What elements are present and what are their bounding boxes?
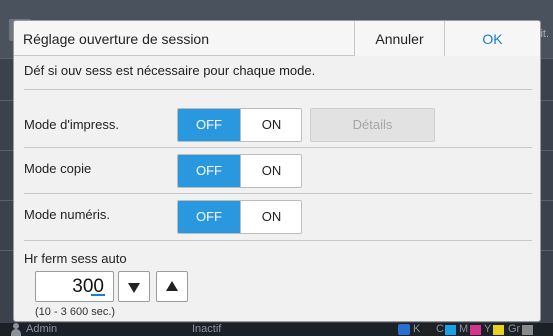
toner-c-level [445,325,456,335]
toner-gr-level [522,325,533,335]
toner-k-label: K [413,323,421,335]
copy-mode-label: Mode copie [24,161,92,176]
divider [24,193,532,194]
scan-mode-off-button[interactable]: OFF [178,201,240,233]
toner-k-level [422,325,433,335]
toner-gr-label: Gr [508,323,521,335]
network-icon [398,324,410,335]
copy-mode-off-button[interactable]: OFF [178,155,240,187]
auto-logout-input[interactable]: 300 [35,271,114,302]
print-mode-off-button[interactable]: OFF [178,109,240,141]
copy-mode-on-button[interactable]: ON [240,155,301,187]
auto-logout-value: 300 [72,276,104,297]
toner-m-label: M [459,323,469,335]
toner-y-level [493,325,504,335]
status-state: Inactif [192,323,222,335]
dialog-title: Réglage ouverture de session [23,31,210,47]
divider [24,240,532,241]
print-mode-label: Mode d'impress. [24,117,119,132]
toner-m-level [470,325,481,335]
auto-logout-label: Hr ferm sess auto [24,251,127,266]
status-bar: Admin Inactif K C M Y Gr [0,323,553,336]
print-mode-toggle: OFF ON [177,108,302,142]
login-setting-dialog: Réglage ouverture de session Annuler OK … [13,20,541,322]
dialog-header: Réglage ouverture de session Annuler OK [14,21,540,56]
scan-mode-label: Mode numéris. [24,207,110,222]
user-icon [10,323,22,336]
toner-y-label: Y [484,323,492,335]
divider [24,147,532,148]
toner-c-label: C [436,323,444,335]
auto-logout-range: (10 - 3 600 sec.) [35,306,116,318]
scan-mode-toggle: OFF ON [177,200,302,234]
decrease-button[interactable] [118,271,150,302]
ok-button[interactable]: OK [444,21,540,56]
print-mode-on-button[interactable]: ON [240,109,301,141]
details-button[interactable]: Détails [310,108,435,142]
copy-mode-toggle: OFF ON [177,154,302,188]
background-corner-text: it. [540,28,549,40]
divider [24,89,532,90]
triangle-down-icon [128,283,140,293]
status-user: Admin [26,323,58,335]
triangle-up-icon [166,281,178,291]
dialog-description: Déf si ouv sess est nécessaire pour chaq… [24,63,316,78]
increase-button[interactable] [156,271,188,302]
cancel-button[interactable]: Annuler [354,21,444,56]
scan-mode-on-button[interactable]: ON [240,201,301,233]
text-caret [91,294,105,296]
